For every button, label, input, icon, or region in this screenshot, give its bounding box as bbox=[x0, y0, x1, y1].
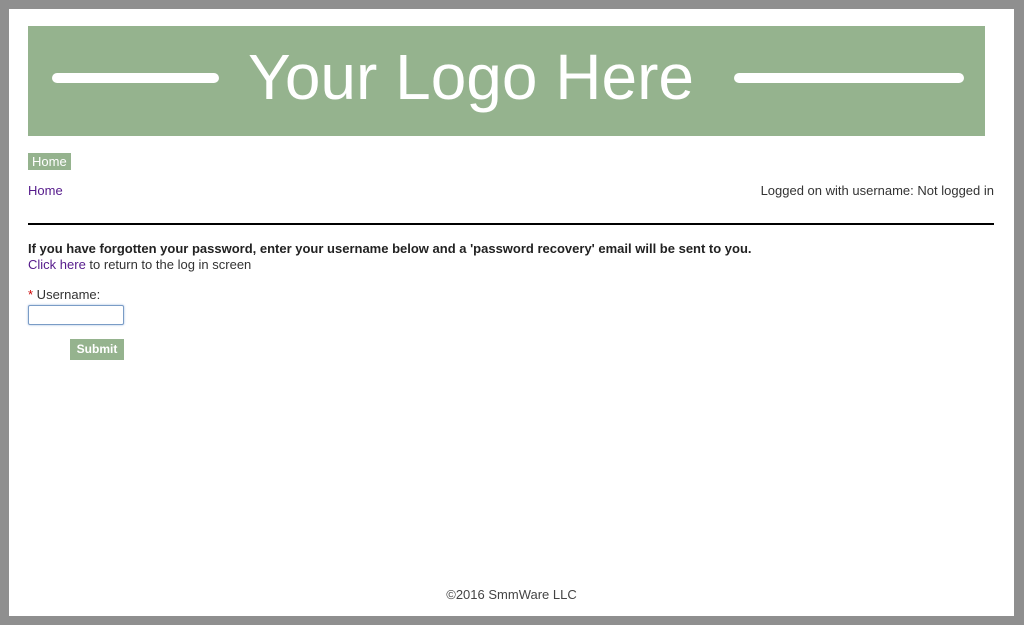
return-to-login-line: Click here to return to the log in scree… bbox=[28, 257, 251, 273]
username-label-text: Username: bbox=[33, 287, 101, 302]
username-label: * Username: bbox=[28, 287, 100, 303]
return-to-login-text: to return to the log in screen bbox=[85, 257, 252, 272]
header-divider bbox=[28, 223, 994, 225]
footer-copyright: ©2016 SmmWare LLC bbox=[446, 587, 577, 602]
nav-menu: Home bbox=[28, 153, 71, 170]
breadcrumb-home-link[interactable]: Home bbox=[28, 183, 63, 199]
recovery-instructions: If you have forgotten your password, ent… bbox=[28, 241, 752, 256]
logo-graphic: Your Logo Here bbox=[52, 41, 964, 113]
logo-text: Your Logo Here bbox=[248, 41, 694, 113]
username-input[interactable] bbox=[28, 305, 124, 325]
logo-banner: Your Logo Here bbox=[28, 26, 985, 136]
page-container: Your Logo Here Home Home Logged on with … bbox=[9, 9, 1014, 616]
login-status-text: Logged on with username: Not logged in bbox=[760, 183, 994, 198]
submit-button[interactable]: Submit bbox=[70, 339, 124, 360]
nav-item-home[interactable]: Home bbox=[28, 153, 71, 170]
return-to-login-link[interactable]: Click here bbox=[28, 257, 86, 272]
